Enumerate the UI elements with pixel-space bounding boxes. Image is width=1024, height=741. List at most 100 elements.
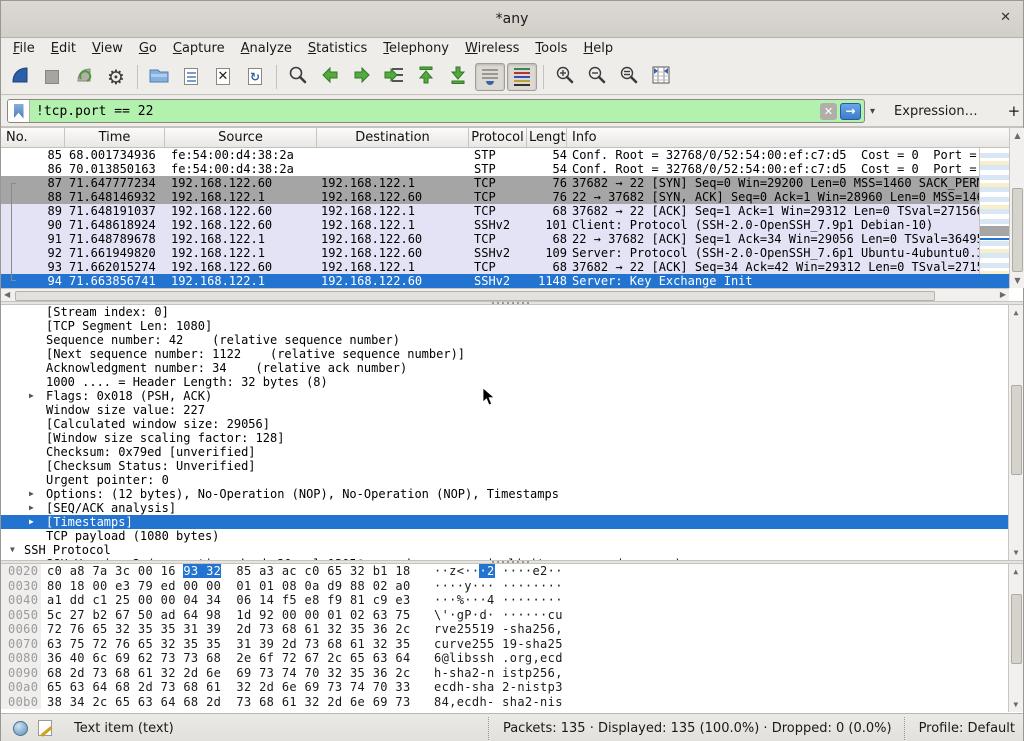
go-to-packet-button[interactable] [379,63,409,91]
packet-list-hscrollbar[interactable]: ◀ ▶ [1,288,1009,302]
menu-view[interactable]: View [84,40,131,57]
hex-vscrollbar[interactable]: ▲ ▼ [1008,564,1023,712]
save-file-button[interactable] [176,63,206,91]
capture-options-button[interactable]: ⚙ [101,63,131,91]
expander-icon[interactable]: ▼ [10,543,15,557]
detail-row[interactable]: Window size value: 227 [1,403,1023,417]
scroll-up-icon[interactable]: ▲ [1009,567,1023,576]
scroll-thumb[interactable] [1011,385,1022,475]
find-packet-button[interactable] [283,63,313,91]
expander-icon[interactable]: ▶ [29,389,34,403]
column-info[interactable]: Info [567,128,1009,147]
packet-row-86[interactable]: 8670.013850163fe:54:00:d4:38:2aSTP54Conf… [1,162,1009,176]
packet-row-90[interactable]: 9071.648618924192.168.122.60192.168.122.… [1,218,1009,232]
detail-row[interactable]: [Next sequence number: 1122 (relative se… [1,347,1023,361]
scroll-down-icon[interactable]: ▼ [1010,276,1024,285]
reload-file-button[interactable]: ↻ [240,63,270,91]
menu-wireless[interactable]: Wireless [457,40,527,57]
zoom-in-button[interactable] [550,63,580,91]
packet-list-vscrollbar[interactable]: ▲ ▼ [1009,128,1024,288]
colorize-button[interactable] [507,63,537,91]
resize-columns-button[interactable] [646,63,676,91]
detail-row[interactable]: Urgent pointer: 0 [1,473,1023,487]
hex-row[interactable]: 0040a1 dd c1 25 00 00 04 34 06 14 f5 e8 … [1,593,1023,608]
go-back-button[interactable] [315,63,345,91]
open-file-button[interactable] [144,63,174,91]
hex-row[interactable]: 00b038 34 2c 65 63 64 68 2d 73 68 61 32 … [1,695,1023,710]
detail-row[interactable]: Checksum: 0x79ed [unverified] [1,445,1023,459]
scroll-thumb[interactable] [1011,594,1022,664]
column-source[interactable]: Source [165,128,317,147]
detail-row[interactable]: [Stream index: 0] [1,305,1023,319]
filter-apply-icon[interactable]: → [840,103,861,120]
column-time[interactable]: Time [65,128,165,147]
intelligent-scrollbar-minimap[interactable] [979,148,1009,274]
menu-telephony[interactable]: Telephony [375,40,457,57]
packet-row-93[interactable]: 9371.662015274192.168.122.60192.168.122.… [1,260,1009,274]
menu-file[interactable]: File [5,40,43,57]
scroll-thumb[interactable] [15,291,935,301]
scroll-down-icon[interactable]: ▼ [1009,548,1023,557]
zoom-out-button[interactable] [582,63,612,91]
menu-tools[interactable]: Tools [527,40,575,57]
detail-row[interactable]: Acknowledgment number: 34 (relative ack … [1,361,1023,375]
column-length[interactable]: Length [527,128,567,147]
add-filter-button[interactable]: + [1002,102,1024,120]
hex-row[interactable]: 006072 76 65 32 35 35 31 39 2d 73 68 61 … [1,622,1023,637]
display-filter-input[interactable] [30,104,820,119]
detail-row-timestamps-selected[interactable]: ▶[Timestamps] [1,515,1023,529]
hex-row[interactable]: 0020c0 a8 7a 3c 00 16 93 32 85 a3 ac c0 … [1,564,1023,579]
hex-row[interactable]: 008036 40 6c 69 62 73 73 68 2e 6f 72 67 … [1,651,1023,666]
scroll-down-icon[interactable]: ▼ [1009,700,1023,709]
packet-row-88[interactable]: 8871.648146932192.168.122.1192.168.122.6… [1,190,1009,204]
packet-row-94-selected[interactable]: 9471.663856741192.168.122.1192.168.122.6… [1,274,1009,288]
packet-row-91[interactable]: 9171.648789678192.168.122.1192.168.122.6… [1,232,1009,246]
scroll-thumb[interactable] [1012,188,1023,272]
restart-capture-button[interactable] [69,63,99,91]
profile-label[interactable]: Profile: Default [904,717,1023,740]
menu-help[interactable]: Help [575,40,621,57]
expander-icon[interactable]: ▶ [29,515,34,529]
go-first-packet-button[interactable] [411,63,441,91]
close-icon[interactable]: ✕ [1000,10,1011,25]
scroll-left-icon[interactable]: ◀ [4,290,10,299]
filter-clear-icon[interactable]: ✕ [820,103,837,120]
packet-row-85[interactable]: 8568.001734936fe:54:00:d4:38:2aSTP54Conf… [1,148,1009,162]
hex-row[interactable]: 00505c 27 b2 67 50 ad 64 98 1d 92 00 00 … [1,608,1023,623]
stop-capture-button[interactable] [37,63,67,91]
hex-row[interactable]: 00a065 63 64 68 2d 73 68 61 32 2d 6e 69 … [1,680,1023,695]
expander-icon[interactable]: ▶ [29,501,34,515]
zoom-reset-button[interactable] [614,63,644,91]
menu-capture[interactable]: Capture [165,40,233,57]
column-no[interactable]: No. [1,128,65,147]
detail-row[interactable]: Sequence number: 42 (relative sequence n… [1,333,1023,347]
go-forward-button[interactable] [347,63,377,91]
menu-edit[interactable]: Edit [43,40,84,57]
start-capture-button[interactable] [5,63,35,91]
expander-icon[interactable]: ▶ [29,487,34,501]
hex-row[interactable]: 009068 2d 73 68 61 32 2d 6e 69 73 74 70 … [1,666,1023,681]
column-protocol[interactable]: Protocol [469,128,527,147]
column-destination[interactable]: Destination [317,128,469,147]
scroll-up-icon[interactable]: ▲ [1010,131,1024,140]
expression-button[interactable]: Expression… [894,104,978,119]
detail-row[interactable]: [Calculated window size: 29056] [1,417,1023,431]
expert-info-icon[interactable] [13,721,28,736]
close-file-button[interactable]: ✕ [208,63,238,91]
detail-row[interactable]: 1000 .... = Header Length: 32 bytes (8) [1,375,1023,389]
menu-analyze[interactable]: Analyze [233,40,300,57]
detail-row-seq-ack[interactable]: ▶[SEQ/ACK analysis] [1,501,1023,515]
filter-bookmark-icon[interactable] [8,100,30,122]
packet-row-89[interactable]: 8971.648191037192.168.122.60192.168.122.… [1,204,1009,218]
auto-scroll-button[interactable] [475,63,505,91]
hex-row[interactable]: 003080 18 00 e3 79 ed 00 00 01 01 08 0a … [1,579,1023,594]
detail-row[interactable]: [TCP Segment Len: 1080] [1,319,1023,333]
detail-row-options[interactable]: ▶Options: (12 bytes), No-Operation (NOP)… [1,487,1023,501]
detail-row-ssh-protocol[interactable]: ▼SSH Protocol [1,543,1023,557]
detail-row-flags[interactable]: ▶Flags: 0x018 (PSH, ACK) [1,389,1023,403]
detail-row[interactable]: [Window size scaling factor: 128] [1,431,1023,445]
menu-statistics[interactable]: Statistics [300,40,375,57]
detail-row[interactable]: TCP payload (1080 bytes) [1,529,1023,543]
scroll-up-icon[interactable]: ▲ [1009,308,1023,317]
capture-comment-icon[interactable] [38,720,52,736]
